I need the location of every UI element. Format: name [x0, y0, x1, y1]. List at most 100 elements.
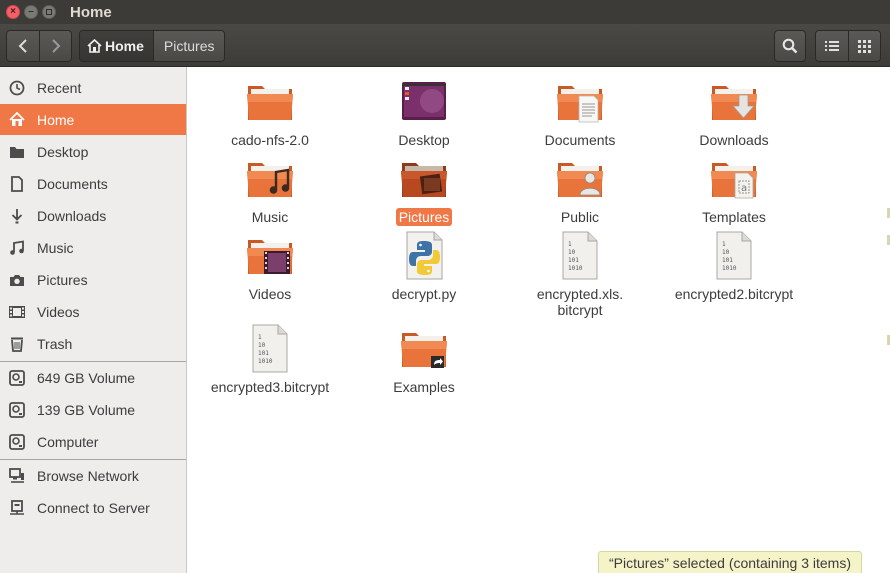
file-item-public[interactable]: Public	[505, 157, 655, 226]
drive-icon	[8, 401, 26, 419]
sidebar-item-pictures[interactable]: Pictures	[0, 264, 186, 295]
back-button[interactable]	[7, 31, 39, 61]
chevron-left-icon	[18, 39, 27, 53]
clock-icon	[8, 79, 26, 97]
sidebar-item-volume-139[interactable]: 139 GB Volume	[0, 394, 186, 425]
music-folder-icon	[244, 157, 296, 205]
list-view-icon	[825, 41, 839, 51]
sidebar-item-label: Desktop	[37, 143, 89, 160]
document-icon	[8, 175, 26, 193]
binary-file-icon: 1 10 101 1010	[554, 229, 606, 282]
sidebar-item-volume-649[interactable]: 649 GB Volume	[0, 362, 186, 393]
binary-file-icon: 1 10 101 1010	[708, 229, 760, 282]
sidebar-item-recent[interactable]: Recent	[0, 72, 186, 103]
sidebar-item-label: Recent	[37, 79, 82, 96]
forward-button[interactable]	[39, 31, 71, 61]
file-label: Examples	[393, 379, 455, 395]
videos-folder-icon	[244, 234, 296, 282]
binary-line: 1	[568, 241, 572, 248]
sidebar-item-connect-server[interactable]: Connect to Server	[0, 492, 186, 523]
file-label: encrypted3.bitcrypt	[210, 379, 330, 395]
binary-line: 1	[258, 334, 262, 341]
sidebar-item-music[interactable]: Music	[0, 232, 186, 263]
svg-text:a: a	[741, 183, 747, 194]
list-view-button[interactable]	[816, 31, 848, 61]
file-item-decrypt-py[interactable]: decrypt.py	[349, 229, 499, 303]
sidebar-item-label: 139 GB Volume	[37, 401, 136, 418]
binary-line: 1010	[258, 358, 273, 365]
file-grid: cado-nfs-2.0 Desktop Documents Downloads…	[187, 67, 890, 573]
sidebar-item-trash[interactable]: Trash	[0, 328, 186, 359]
breadcrumb-home[interactable]: Home	[80, 31, 153, 61]
chevron-right-icon	[51, 39, 60, 53]
sidebar-item-computer[interactable]: Computer	[0, 426, 186, 457]
sidebar-item-browse-network[interactable]: Browse Network	[0, 460, 186, 491]
sidebar-item-label: Music	[37, 239, 74, 256]
file-item-encrypted2-bitcrypt[interactable]: 1 10 101 1010 encrypted2.bitcrypt	[659, 229, 809, 303]
search-button[interactable]	[774, 30, 806, 62]
python-file-icon	[398, 229, 450, 282]
binary-line: 101	[568, 257, 579, 264]
file-item-music[interactable]: Music	[195, 157, 345, 226]
folder-icon	[244, 80, 296, 128]
binary-line: 10	[722, 249, 730, 256]
sidebar-item-desktop[interactable]: Desktop	[0, 136, 186, 167]
sidebar-item-downloads[interactable]: Downloads	[0, 200, 186, 231]
file-label: Videos	[248, 286, 292, 302]
file-item-cado-nfs[interactable]: cado-nfs-2.0	[195, 80, 345, 149]
binary-line: 101	[258, 350, 269, 357]
file-label: Downloads	[699, 132, 769, 148]
file-label: encrypted.xls. bitcrypt	[534, 285, 626, 319]
sidebar-item-home[interactable]: Home	[0, 104, 186, 135]
sidebar-item-label: Home	[37, 111, 75, 128]
sidebar-item-label: Browse Network	[37, 467, 139, 484]
sidebar-item-label: Computer	[37, 433, 99, 450]
search-icon	[782, 38, 798, 54]
maximize-window-button[interactable]	[42, 5, 56, 19]
file-item-pictures[interactable]: Pictures	[349, 157, 499, 226]
file-item-videos[interactable]: Videos	[195, 234, 345, 303]
file-item-downloads[interactable]: Downloads	[659, 80, 809, 149]
file-label-line: bitcrypt	[557, 302, 603, 318]
file-label: decrypt.py	[391, 286, 457, 302]
folder-icon	[8, 143, 26, 161]
desktop-folder-icon	[398, 80, 450, 128]
minimize-window-button[interactable]: –	[24, 5, 38, 19]
file-item-examples[interactable]: Examples	[349, 327, 499, 396]
file-item-desktop[interactable]: Desktop	[349, 80, 499, 149]
trash-icon	[8, 335, 26, 353]
downloads-folder-icon	[708, 80, 760, 128]
minimize-icon: –	[28, 6, 34, 17]
download-icon	[8, 207, 26, 225]
drive-icon	[8, 433, 26, 451]
file-item-encrypted3-bitcrypt[interactable]: 1 10 101 1010 encrypted3.bitcrypt	[195, 322, 345, 396]
close-icon: ×	[10, 6, 16, 17]
server-icon	[8, 499, 26, 517]
public-folder-icon	[554, 157, 606, 205]
documents-folder-icon	[554, 80, 606, 128]
sidebar: Recent Home Desktop Documents Downloads …	[0, 67, 187, 573]
home-icon	[8, 111, 26, 129]
sidebar-item-documents[interactable]: Documents	[0, 168, 186, 199]
file-label: Desktop	[398, 132, 450, 148]
sidebar-item-videos[interactable]: Videos	[0, 296, 186, 327]
file-item-documents[interactable]: Documents	[505, 80, 655, 149]
file-label: encrypted2.bitcrypt	[674, 286, 794, 302]
close-window-button[interactable]: ×	[6, 5, 20, 19]
binary-line: 1010	[722, 265, 737, 272]
sidebar-item-label: 649 GB Volume	[37, 369, 136, 386]
sidebar-item-label: Documents	[37, 175, 108, 192]
home-icon	[87, 39, 102, 53]
file-label: Templates	[702, 209, 766, 225]
binary-line: 10	[568, 249, 576, 256]
file-label: Pictures	[395, 208, 453, 226]
file-item-encrypted-xls-bitcrypt[interactable]: 1 10 101 1010 encrypted.xls. bitcrypt	[505, 229, 655, 319]
grid-view-button[interactable]	[848, 31, 880, 61]
drive-icon	[8, 369, 26, 387]
file-label: Documents	[544, 132, 616, 148]
camera-icon	[8, 271, 26, 289]
breadcrumb-pictures[interactable]: Pictures	[152, 31, 225, 61]
file-item-templates[interactable]: a Templates	[659, 157, 809, 226]
network-icon	[8, 467, 26, 485]
film-icon	[8, 303, 26, 321]
